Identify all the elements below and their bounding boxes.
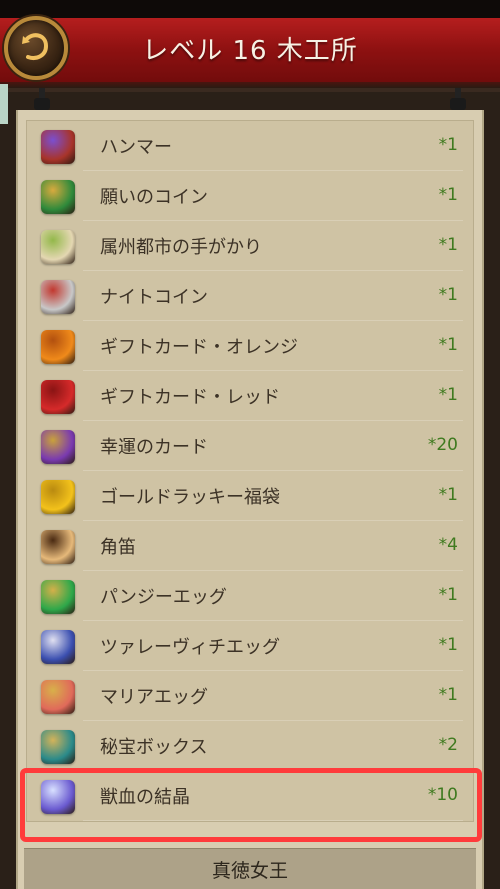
tsarevich-egg-icon bbox=[41, 630, 75, 664]
page-title: レベル 16 木工所 bbox=[142, 36, 358, 66]
item-name: パンジーエッグ bbox=[100, 587, 227, 608]
panel-hook-left bbox=[34, 88, 50, 112]
reward-list: ハンマー *1 願いのコイン *1 属州都市の手がかり *1 ナイトコイン *1 ギフトカード・… bbox=[26, 120, 474, 822]
selected-item-highlight bbox=[20, 768, 482, 842]
panel-hook-right bbox=[450, 88, 466, 112]
list-item[interactable]: ゴールドラッキー福袋 *1 bbox=[27, 471, 473, 521]
header-bar: レベル 16 木工所 bbox=[0, 18, 500, 92]
status-bar bbox=[0, 0, 500, 18]
list-item[interactable]: ハンマー *1 bbox=[27, 121, 473, 171]
item-quantity: *1 bbox=[438, 285, 458, 305]
hammer-icon bbox=[41, 130, 75, 164]
item-name: 幸運のカード bbox=[100, 437, 208, 458]
item-name: ナイトコイン bbox=[100, 287, 208, 308]
item-quantity: *4 bbox=[438, 535, 458, 555]
list-item[interactable]: 幸運のカード *20 bbox=[27, 421, 473, 471]
item-quantity: *1 bbox=[438, 635, 458, 655]
item-name: 角笛 bbox=[100, 537, 136, 558]
list-item[interactable]: ナイトコイン *1 bbox=[27, 271, 473, 321]
back-arrow-icon bbox=[22, 33, 49, 60]
knight-coin-icon bbox=[41, 280, 75, 314]
item-name: ギフトカード・オレンジ bbox=[100, 337, 298, 358]
edge-accent bbox=[0, 84, 8, 124]
item-quantity: *1 bbox=[438, 585, 458, 605]
lucky-card-icon bbox=[41, 430, 75, 464]
item-name: マリアエッグ bbox=[100, 687, 208, 708]
item-name: 属州都市の手がかり bbox=[100, 237, 262, 258]
gold-lucky-bag-icon bbox=[41, 480, 75, 514]
item-name: ツァレーヴィチエッグ bbox=[100, 637, 280, 658]
item-name: ゴールドラッキー福袋 bbox=[100, 487, 280, 508]
wish-coin-icon bbox=[41, 180, 75, 214]
list-item[interactable]: パンジーエッグ *1 bbox=[27, 571, 473, 621]
list-item[interactable]: 願いのコイン *1 bbox=[27, 171, 473, 221]
item-quantity: *1 bbox=[438, 135, 458, 155]
list-item[interactable]: 属州都市の手がかり *1 bbox=[27, 221, 473, 271]
treasure-box-icon bbox=[41, 730, 75, 764]
item-name: 願いのコイン bbox=[100, 187, 208, 208]
pansy-egg-icon bbox=[41, 580, 75, 614]
list-item[interactable]: ギフトカード・オレンジ *1 bbox=[27, 321, 473, 371]
item-quantity: *1 bbox=[438, 235, 458, 255]
item-name: ギフトカード・レッド bbox=[100, 387, 280, 408]
back-button[interactable] bbox=[4, 16, 68, 80]
scroll-map-icon bbox=[41, 230, 75, 264]
list-item[interactable]: 秘宝ボックス *2 bbox=[27, 721, 473, 771]
list-item[interactable]: ギフトカード・レッド *1 bbox=[27, 371, 473, 421]
horn-icon bbox=[41, 530, 75, 564]
item-name: 秘宝ボックス bbox=[100, 737, 208, 758]
footer-label: 真徳女王 bbox=[211, 860, 288, 882]
item-quantity: *2 bbox=[438, 735, 458, 755]
item-name: ハンマー bbox=[100, 137, 172, 158]
item-quantity: *1 bbox=[438, 485, 458, 505]
list-item[interactable]: ツァレーヴィチエッグ *1 bbox=[27, 621, 473, 671]
maria-egg-icon bbox=[41, 680, 75, 714]
item-quantity: *20 bbox=[427, 435, 458, 455]
item-quantity: *1 bbox=[438, 685, 458, 705]
list-item[interactable]: 角笛 *4 bbox=[27, 521, 473, 571]
gift-card-orange-icon bbox=[41, 330, 75, 364]
list-item[interactable]: マリアエッグ *1 bbox=[27, 671, 473, 721]
item-quantity: *1 bbox=[438, 335, 458, 355]
gift-card-red-icon bbox=[41, 380, 75, 414]
footer-bar[interactable]: 真徳女王 bbox=[24, 848, 476, 889]
item-quantity: *1 bbox=[438, 385, 458, 405]
item-quantity: *1 bbox=[438, 185, 458, 205]
